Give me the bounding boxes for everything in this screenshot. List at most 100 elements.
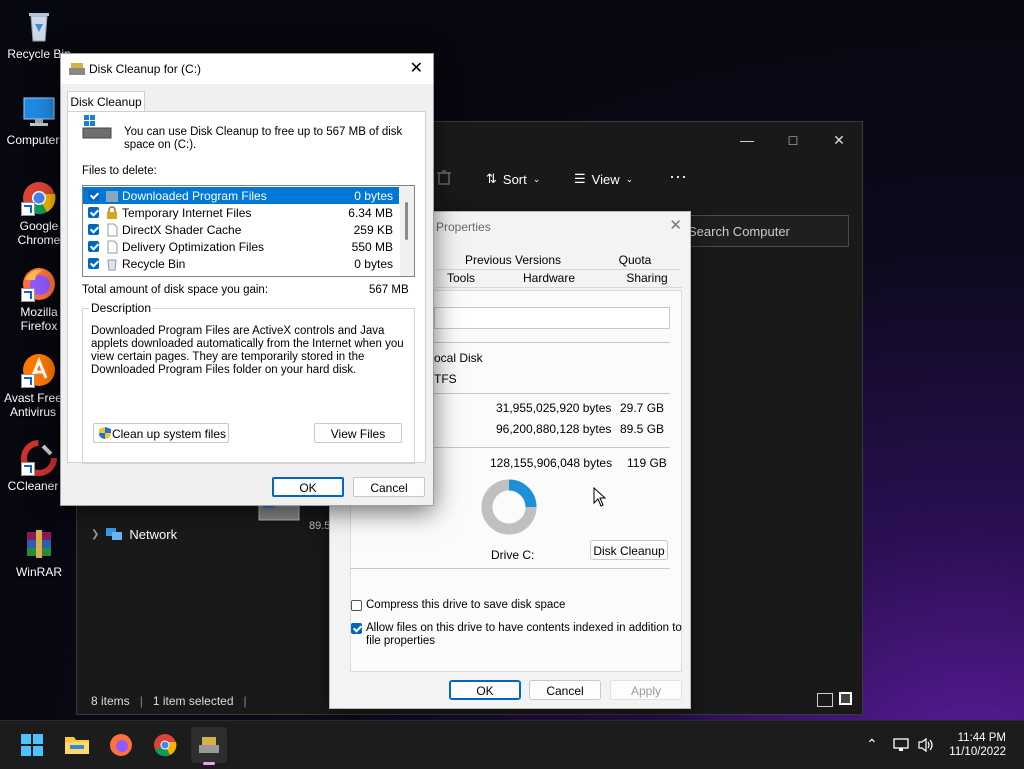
folder-icon	[106, 190, 118, 202]
tiles-view-toggle[interactable]	[839, 692, 852, 705]
file-icon	[107, 240, 118, 253]
file-checkbox[interactable]	[88, 224, 99, 235]
start-button[interactable]	[14, 727, 50, 763]
taskbar-firefox[interactable]	[103, 727, 139, 763]
index-label-line1: Allow files on this drive to have conten…	[366, 622, 682, 634]
close-button[interactable]: ✕	[819, 128, 859, 152]
volume-icon[interactable]	[917, 737, 935, 753]
drive-type-value: ocal Disk	[434, 351, 483, 365]
list-item[interactable]: Temporary Internet Files 6.34 MB	[83, 204, 399, 221]
taskbar-file-explorer[interactable]	[59, 727, 95, 763]
status-divider: |	[139, 694, 143, 708]
chevron-down-icon: ⌄	[625, 173, 634, 184]
chevron-right-icon: ❯	[91, 528, 100, 540]
window-title: Properties	[436, 220, 491, 234]
taskbar-chrome[interactable]	[147, 727, 183, 763]
uac-shield-icon	[99, 427, 111, 439]
capacity-bytes: 128,155,906,048 bytes	[490, 456, 613, 470]
lock-icon	[107, 205, 117, 219]
shortcut-arrow-icon	[21, 288, 35, 302]
trash-icon	[437, 170, 451, 185]
intro-line2: space on (C:).	[124, 139, 197, 151]
file-icon	[107, 223, 118, 236]
file-checkbox[interactable]	[88, 190, 99, 201]
capacity-gb: 119 GB	[627, 456, 667, 470]
disk-cleanup-app-icon	[69, 63, 85, 75]
tab-previous-versions[interactable]: Previous Versions	[436, 251, 590, 270]
recycle-bin-icon	[107, 259, 117, 270]
files-to-delete-list[interactable]: Downloaded Program Files 0 bytes Tempora…	[82, 185, 415, 277]
file-category-name: Delivery Optimization Files	[122, 239, 265, 254]
disk-cleanup-button[interactable]: Disk Cleanup	[590, 540, 668, 560]
index-label-line2: file properties	[366, 635, 436, 647]
clock-date: 11/10/2022	[949, 746, 1006, 758]
taskbar-disk-cleanup[interactable]	[191, 727, 227, 765]
clean-up-system-files-button[interactable]: Clean up system files	[93, 423, 229, 443]
file-category-name: Recycle Bin	[122, 256, 186, 271]
computer-icon	[21, 94, 57, 130]
tab-hardware[interactable]: Hardware	[486, 269, 612, 288]
details-view-toggle[interactable]	[817, 693, 833, 707]
file-checkbox[interactable]	[88, 241, 99, 252]
used-space-gb: 29.7 GB	[620, 401, 665, 415]
free-space-gb: 89.5 GB	[620, 422, 665, 436]
view-icon: ☰	[574, 171, 586, 186]
file-category-size: 0 bytes	[354, 256, 393, 271]
title-bar[interactable]: Disk Cleanup for (C:) ✕	[61, 54, 433, 84]
maximize-button[interactable]: □	[773, 128, 813, 152]
ok-button[interactable]: OK	[449, 680, 521, 700]
cancel-button[interactable]: Cancel	[353, 477, 425, 497]
cancel-button[interactable]: Cancel	[529, 680, 601, 700]
list-item[interactable]: Recycle Bin 0 bytes	[83, 255, 399, 272]
drive-free-label: 89.5	[309, 520, 331, 532]
mouse-cursor-icon	[593, 487, 607, 507]
more-options-button[interactable]: ···	[669, 166, 687, 187]
file-category-size: 550 MB	[351, 239, 393, 254]
ok-button[interactable]: OK	[272, 477, 344, 497]
sort-button[interactable]: ⇅ Sort ⌄	[486, 171, 540, 187]
scrollbar-thumb[interactable]	[405, 202, 408, 240]
nav-item-label: Network	[129, 526, 178, 542]
tab-disk-cleanup[interactable]: Disk Cleanup	[67, 91, 145, 112]
compress-checkbox[interactable]	[351, 600, 362, 611]
apply-button[interactable]: Apply	[610, 680, 682, 700]
list-scrollbar[interactable]	[400, 186, 414, 276]
close-button[interactable]: ✕	[410, 58, 423, 78]
firefox-icon	[110, 734, 132, 756]
desktop-icon-winrar[interactable]: WinRAR	[1, 526, 77, 579]
list-item[interactable]: DirectX Shader Cache 259 KB	[83, 221, 399, 238]
folder-icon	[65, 737, 89, 754]
view-files-button[interactable]: View Files	[314, 423, 402, 443]
file-category-size: 259 KB	[353, 222, 393, 237]
recycle-bin-icon	[21, 8, 57, 44]
tab-quota[interactable]: Quota	[590, 251, 680, 270]
delete-button[interactable]	[435, 168, 453, 186]
tab-sharing[interactable]: Sharing	[612, 269, 682, 288]
view-button[interactable]: ☰ View ⌄	[574, 171, 633, 187]
tab-tools[interactable]: Tools	[436, 269, 486, 288]
index-checkbox[interactable]	[351, 623, 362, 634]
list-item[interactable]: Downloaded Program Files 0 bytes	[83, 187, 399, 204]
status-item-count: 8 items	[91, 694, 130, 708]
show-hidden-icons-button[interactable]: ⌃	[866, 736, 878, 753]
file-checkbox[interactable]	[88, 258, 99, 269]
shortcut-arrow-icon	[21, 374, 35, 388]
file-checkbox[interactable]	[88, 207, 99, 218]
file-category-name: DirectX Shader Cache	[122, 222, 242, 237]
chevron-down-icon: ⌄	[532, 173, 541, 184]
drive-name-input[interactable]	[434, 307, 670, 329]
network-status-icon[interactable]	[893, 737, 909, 753]
sort-icon: ⇅	[486, 171, 497, 186]
sort-label: Sort	[502, 171, 527, 187]
chrome-icon	[21, 180, 57, 216]
minimize-button[interactable]: —	[727, 128, 767, 152]
desktop-icon-label: Avast Free Antivirus	[4, 391, 62, 419]
list-item[interactable]: Delivery Optimization Files 550 MB	[83, 238, 399, 255]
nav-item-network[interactable]: ❯ Network	[91, 526, 177, 542]
close-button[interactable]: ✕	[669, 216, 682, 234]
shortcut-arrow-icon	[21, 462, 35, 476]
search-input[interactable]: Search Computer	[677, 215, 849, 247]
drive-c-thumbnail[interactable]: 89.5	[255, 500, 330, 540]
file-category-name: Temporary Internet Files	[122, 205, 252, 220]
system-clock[interactable]: 11:44 PM 11/10/2022	[949, 731, 1006, 759]
